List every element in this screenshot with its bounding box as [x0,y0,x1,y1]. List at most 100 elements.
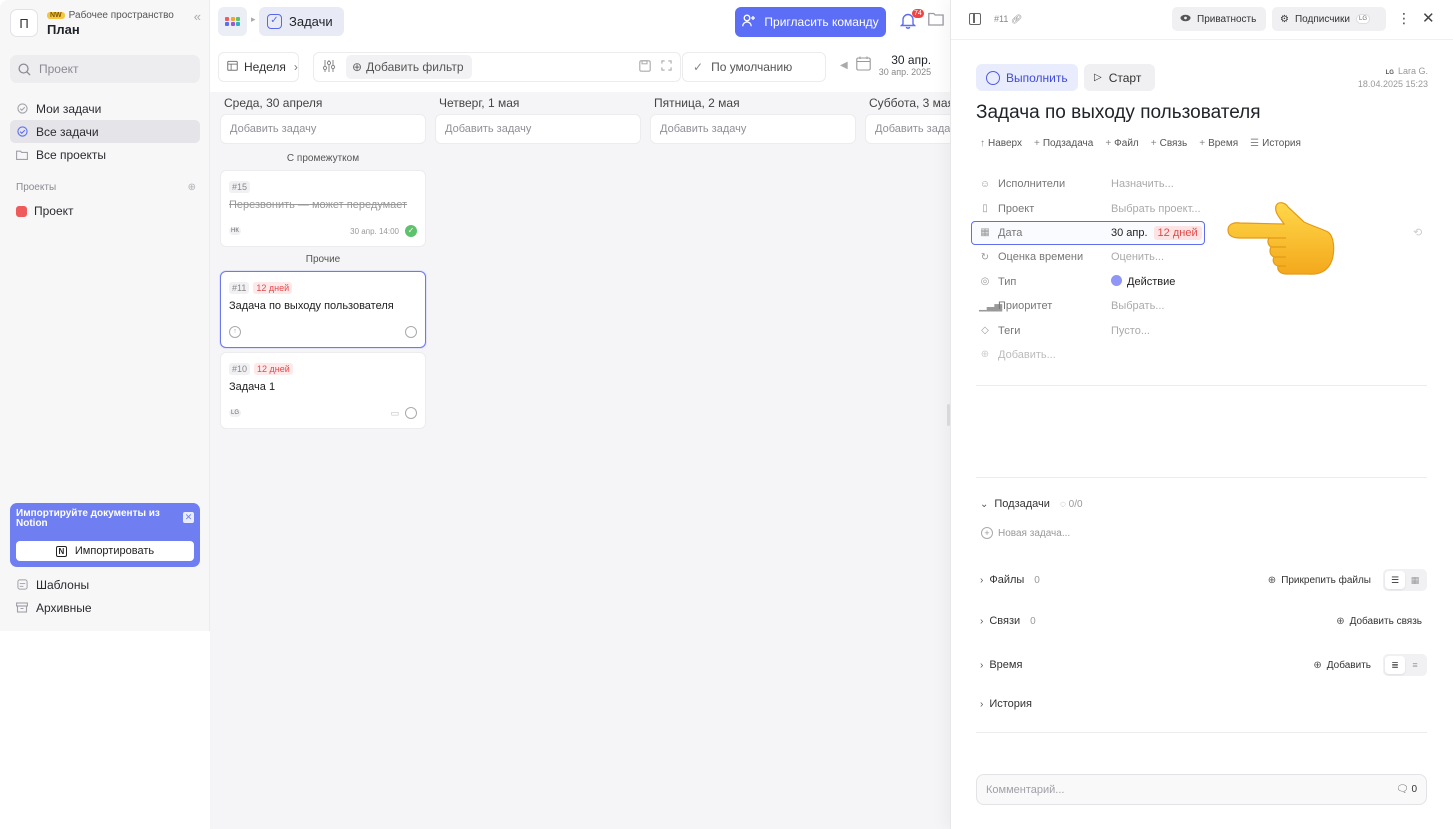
add-relation-button[interactable]: ⊕ Добавить связь [1336,616,1422,627]
add-task-button[interactable]: Добавить задачу [650,114,856,144]
close-icon[interactable]: ✕ [183,512,194,523]
week-label: Неделя [244,60,286,74]
day-column-thu: Четверг, 1 мая Добавить задачу [435,92,641,144]
prop-priority[interactable]: ▁▃▅ Приоритет Выбрать... [973,294,1413,318]
task-date: 30 апр. 14:00 [350,226,399,236]
link-subtask[interactable]: + Подзадача [1034,138,1093,149]
prop-project[interactable]: ▯ Проект Выбрать проект... [973,196,1413,220]
complete-circle-icon[interactable] [405,407,417,419]
add-project-icon[interactable]: ⊕ [188,182,196,193]
grid-view-icon[interactable]: ▦ [1405,571,1425,589]
section-relations[interactable]: › Связи 0 ⊕ Добавить связь [980,615,1427,627]
toggle-sidebar-icon[interactable] [969,13,981,25]
task-card[interactable]: #15 Перезвонить — может передумает НК 30… [220,170,426,247]
list-view-icon[interactable]: ≡ [1405,656,1425,674]
chevron-right-icon: › [980,659,984,671]
prop-value: 30 апр. [1111,226,1148,239]
task-card-selected[interactable]: #11 12 дней Задача по выходу пользователя… [220,271,426,348]
subscribers-button[interactable]: ⚙︎ Подписчики LG [1272,7,1386,31]
sidebar-item-archive[interactable]: Архивные [10,596,200,619]
add-property[interactable]: ⊕ Добавить... [973,343,1413,367]
stacked-view-icon[interactable]: ≣ [1385,656,1405,674]
workspace-switcher[interactable]: П NW Рабочее пространство План [10,6,200,40]
complete-button[interactable]: Выполнить [976,64,1078,91]
prop-type[interactable]: ◎ Тип Действие [973,270,1413,294]
link-file[interactable]: + Файл [1105,138,1138,149]
date-navigator[interactable]: ◀ 30 апр. 30 апр. 2025 [840,48,950,82]
collapse-sidebar-icon[interactable]: « [194,9,201,24]
sidebar-item-all-tasks[interactable]: Все задачи [10,120,200,143]
sidebar-search[interactable] [10,55,200,83]
section-history[interactable]: › История [980,698,1427,710]
group-label-interval: С промежутком [286,153,360,164]
link-parent[interactable]: ↑ Наверх [980,138,1022,149]
search-input[interactable] [39,62,179,76]
prop-date[interactable]: ▦ Дата 30 апр. 12 дней [971,220,1205,246]
folder-icon[interactable] [928,12,944,29]
calendar-icon [855,56,871,74]
list-view-icon[interactable]: ☰ [1385,571,1405,589]
notifications-count-badge: 74 [912,9,924,18]
link-relation[interactable]: + Связь [1151,138,1187,149]
reset-date-icon[interactable]: ⟲ [1413,226,1422,239]
author-name: Lara G. [1397,66,1428,76]
comment-input[interactable] [986,783,1396,796]
new-subtask-button[interactable]: + Новая задача... [981,527,1070,539]
save-view-icon[interactable] [639,59,651,75]
section-subtasks[interactable]: ⌄ Подзадачи ◌ 0/0 [980,498,1427,510]
prop-label: Добавить... [998,348,1056,361]
filter-settings-icon[interactable] [322,59,336,76]
sidebar-item-project[interactable]: Проект [16,204,74,218]
avatar: LG [1355,14,1370,24]
task-title[interactable]: Задача по выходу пользователя [976,102,1261,124]
completed-check-icon[interactable]: ✓ [405,225,417,237]
add-time-button[interactable]: ⊕ Добавить ≣ ≡ [1313,654,1427,676]
board-toolbar: Неделя › ⊕ Добавить фильтр ✓ По умолчани… [210,52,950,82]
comment-box: 🗨︎ 0 [976,774,1427,805]
arrow-up-icon: ↑ [980,138,985,149]
attach-files-button[interactable]: ⊕ Прикрепить файлы ☰ ▦ [1268,569,1427,591]
section-label: Время [989,659,1023,671]
expand-icon[interactable] [661,60,672,74]
task-actions: Выполнить ▷ Старт [976,64,1155,91]
sidebar-item-my-tasks[interactable]: Мои задачи [10,97,200,120]
import-button-label: Импортировать [74,545,155,557]
panel-task-id[interactable]: #11 🔗︎ [994,14,1022,25]
add-task-button[interactable]: Добавить задачу [220,114,426,144]
sort-selector[interactable]: ✓ По умолчанию [682,52,826,82]
breadcrumb-tasks[interactable]: ✓ Задачи [259,7,344,36]
resize-handle[interactable] [947,404,950,426]
link-time[interactable]: + Время [1199,138,1238,149]
add-task-button[interactable]: Добавить задачу [435,114,641,144]
comment-count[interactable]: 🗨︎ 0 [1396,784,1417,795]
complete-circle-icon[interactable] [405,326,417,338]
prev-date-icon[interactable]: ◀ [840,60,848,71]
prop-tags[interactable]: ◇ Теги Пусто... [973,318,1413,342]
avatar: LG [1385,70,1394,76]
plus-icon: + [1199,138,1206,149]
workspace-subtitle-text: Рабочее пространство [68,9,174,21]
task-card[interactable]: #10 12 дней Задача 1 LG ▭ [220,352,426,429]
section-time[interactable]: › Время ⊕ Добавить ≣ ≡ [980,654,1427,676]
week-view-selector[interactable]: Неделя › [218,52,299,82]
sidebar-item-templates[interactable]: Шаблоны [10,573,200,596]
apps-grid-button[interactable] [218,7,247,36]
prop-assignees[interactable]: ☺ Исполнители Назначить... [973,172,1413,196]
import-button[interactable]: N Импортировать [16,541,194,561]
add-user-icon [742,14,756,30]
privacy-button[interactable]: Приватность [1172,7,1266,31]
avatar: НК [229,227,241,235]
add-filter-button[interactable]: ⊕ Добавить фильтр [346,55,472,79]
prop-estimate[interactable]: ↻ Оценка времени Оценить... [973,245,1413,269]
close-icon[interactable]: ✕ [1422,9,1435,27]
privacy-label: Приватность [1197,13,1257,25]
sidebar-item-all-projects[interactable]: Все проекты [10,143,200,166]
link-history[interactable]: ☰ История [1250,138,1301,149]
section-files[interactable]: › Файлы 0 ⊕ Прикрепить файлы ☰ ▦ [980,569,1427,591]
all-tasks-icon [16,126,28,138]
invite-team-button[interactable]: Пригласить команду [735,7,886,37]
more-icon[interactable]: ⋮ [1397,10,1411,27]
start-button[interactable]: ▷ Старт [1084,64,1155,91]
prop-label: Приоритет [998,300,1053,313]
sidebar-item-label: Все проекты [36,147,107,162]
